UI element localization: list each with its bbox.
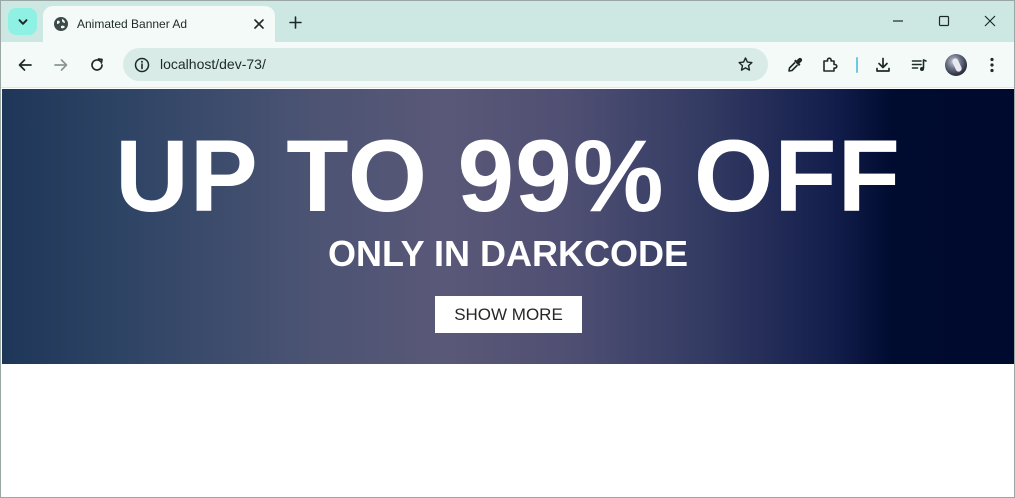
banner-headline: UP TO 99% OFF [115,119,901,233]
star-icon [737,56,754,73]
tab-title: Animated Banner Ad [77,17,188,31]
page-viewport: UP TO 99% OFF ONLY IN DARKCODE SHOW MORE [2,89,1014,497]
downloads-button[interactable] [871,53,895,77]
info-icon [134,57,150,73]
tab-strip: Animated Banner Ad [1,1,1014,42]
minimize-icon [892,15,904,27]
banner-subheadline: ONLY IN DARKCODE [327,233,689,274]
site-info-button[interactable] [130,53,153,76]
globe-icon [53,16,69,32]
playlist-icon [910,56,928,74]
browser-window: Animated Banner Ad localhost/dev-73/ UP … [0,0,1015,498]
url-text[interactable]: localhost/dev-73/ [160,56,266,72]
toolbar: localhost/dev-73/ [1,42,1014,88]
maximize-button[interactable] [932,9,956,33]
reload-button[interactable] [85,53,109,77]
toolbar-separator [856,57,858,73]
close-icon [254,19,264,29]
maximize-icon [938,15,950,27]
close-window-button[interactable] [978,9,1002,33]
close-tab-button[interactable] [249,14,269,34]
reload-icon [89,57,105,73]
puzzle-icon [821,56,839,74]
close-icon [984,15,996,27]
kebab-menu-icon [989,56,995,74]
new-tab-button[interactable] [284,11,306,33]
eyedropper-button[interactable] [783,53,807,77]
back-button[interactable] [13,53,37,77]
plus-icon [288,15,302,29]
minimize-button[interactable] [886,9,910,33]
bookmark-button[interactable] [736,55,755,74]
menu-button[interactable] [980,53,1004,77]
download-icon [874,56,892,74]
address-bar[interactable]: localhost/dev-73/ [123,48,768,81]
extensions-button[interactable] [818,53,842,77]
chevron-down-icon [17,16,29,28]
tab-search-button[interactable] [8,8,37,35]
media-controls-button[interactable] [907,53,931,77]
avatar[interactable] [945,54,967,76]
arrow-right-icon [53,57,69,73]
arrow-left-icon [17,57,33,73]
tab-active[interactable]: Animated Banner Ad [43,6,275,42]
banner-ad: UP TO 99% OFF ONLY IN DARKCODE SHOW MORE [2,89,1014,364]
forward-button[interactable] [49,53,73,77]
eyedropper-icon [786,56,804,74]
show-more-button[interactable]: SHOW MORE [435,296,582,333]
